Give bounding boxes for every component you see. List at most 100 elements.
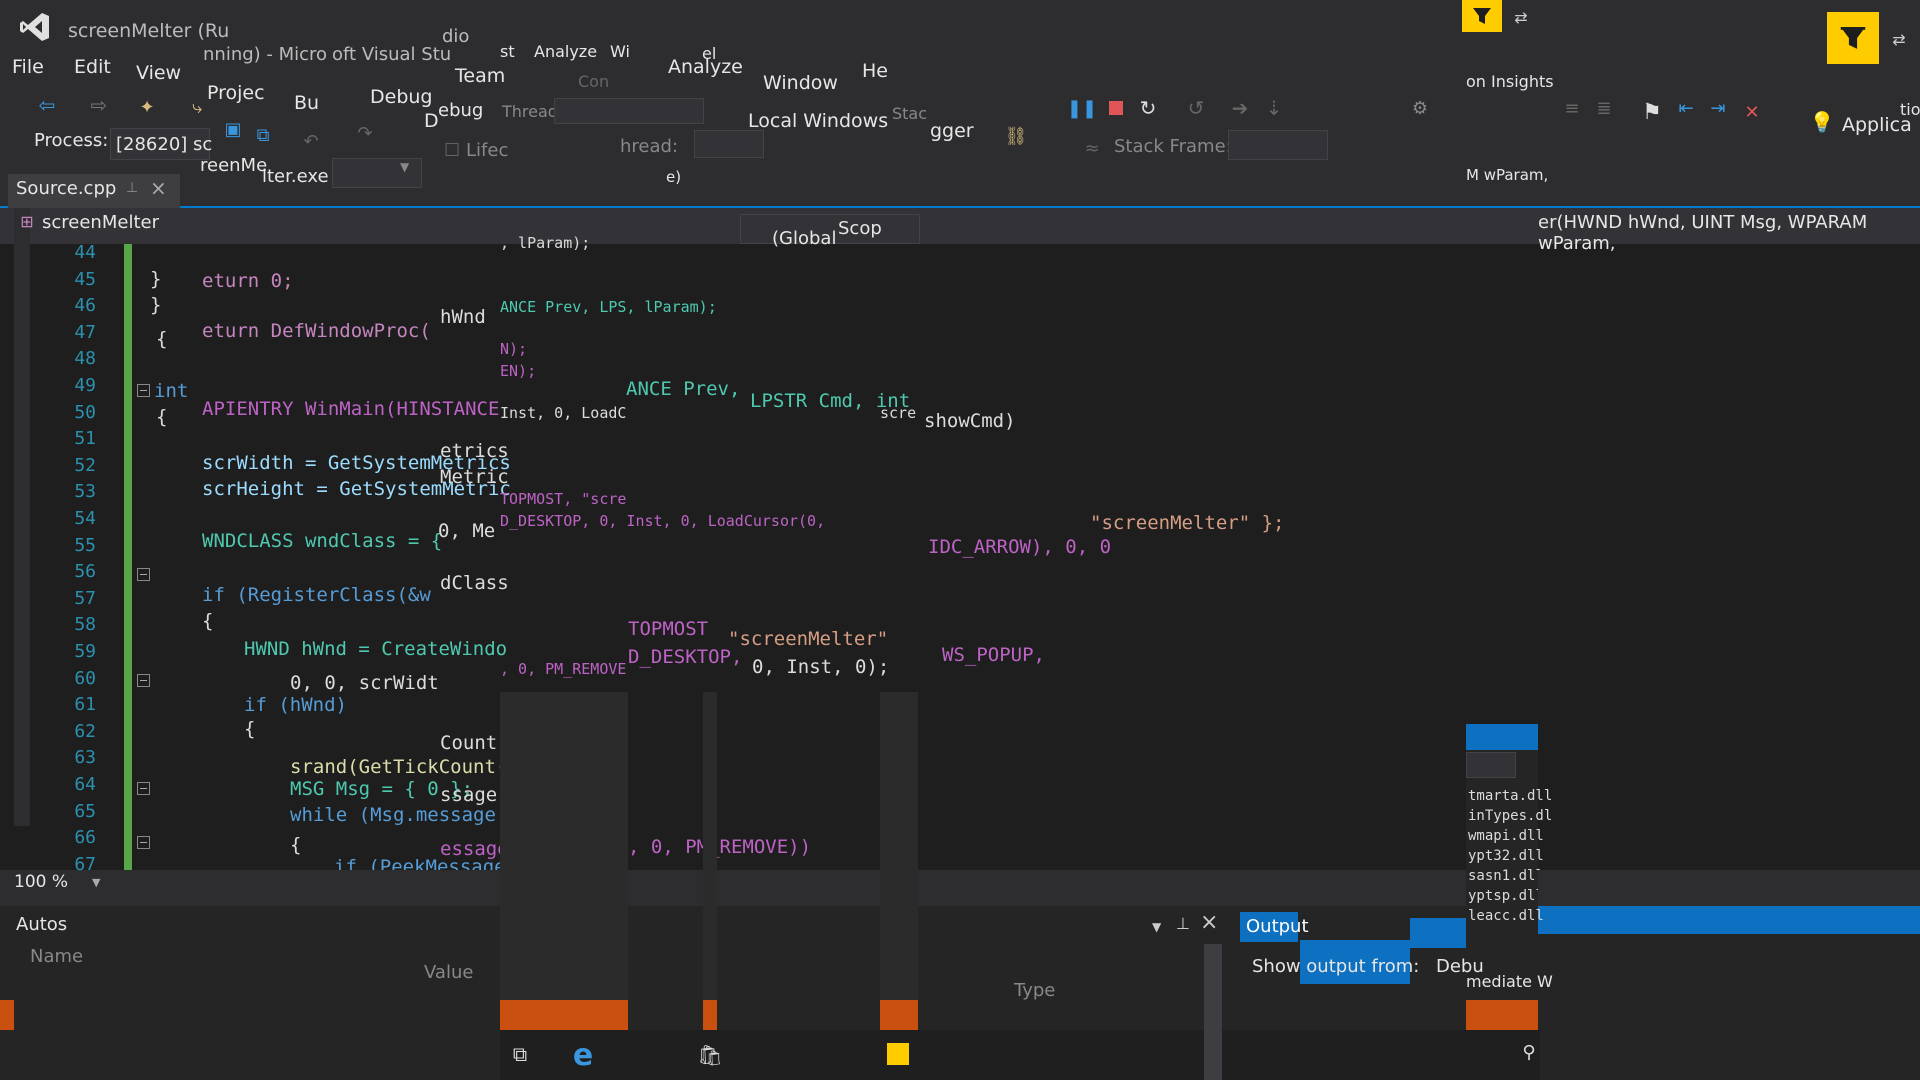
glitch-band	[150, 870, 500, 906]
open-file-icon[interactable]: ⤷	[186, 96, 208, 118]
code-fragment: etrics	[440, 440, 509, 462]
menu-project[interactable]: Projec	[207, 82, 265, 104]
chevron-down-icon[interactable]: ▼	[1152, 920, 1161, 934]
code-fragment: TOPMOST, "scre	[500, 490, 627, 508]
debug-config-fragment[interactable]: ebug	[438, 100, 483, 121]
local-windows-button[interactable]: Local Windows	[748, 110, 888, 132]
clear-bookmarks-icon[interactable]: ✕	[1740, 100, 1764, 124]
immediate-window-tab[interactable]: mediate W	[1466, 972, 1553, 991]
stop-icon[interactable]	[1104, 96, 1128, 120]
collapse-icon[interactable]	[137, 782, 150, 795]
restart-icon[interactable]: ↻	[1136, 96, 1160, 120]
menu-team[interactable]: Team	[455, 65, 505, 87]
function-signature-dropdown[interactable]: er(HWND hWnd, UINT Msg, WPARAM wParam,	[1538, 212, 1920, 254]
bookmark-icon[interactable]: ⚑	[1640, 98, 1664, 126]
close-icon[interactable]: ×	[1200, 910, 1218, 935]
step-over-icon[interactable]: ➔	[1228, 96, 1252, 120]
line-number: 46	[74, 295, 96, 317]
next-bookmark-icon[interactable]: ⇥	[1706, 96, 1730, 120]
refresh-icon[interactable]: ↺	[1184, 96, 1208, 120]
menu-build[interactable]: Bu	[294, 92, 319, 114]
close-icon[interactable]: ×	[150, 176, 167, 200]
collapse-icon[interactable]	[137, 674, 150, 687]
code-fragment: N);	[500, 340, 528, 358]
collapse-icon[interactable]	[137, 384, 150, 397]
output-source-dropdown[interactable]	[1466, 752, 1516, 778]
chevron-down-icon[interactable]: ▼	[92, 876, 100, 889]
previous-bookmark-icon[interactable]: ⇤	[1674, 96, 1698, 120]
process-name-fragment: reenMe	[200, 155, 268, 176]
save-icon[interactable]: ▣	[222, 118, 244, 140]
autos-column-type[interactable]: Type	[1014, 980, 1055, 1001]
stack-frame-label: Stack Frame:	[1114, 136, 1232, 157]
glitch-strip	[500, 692, 628, 1000]
redo-icon[interactable]: ↷	[354, 122, 376, 144]
line-number: 50	[74, 401, 96, 423]
glitch-strip	[1538, 904, 1920, 934]
menu-edit[interactable]: Edit	[74, 56, 111, 78]
undo-icon[interactable]: ↶	[300, 130, 322, 152]
glitch-strip	[880, 692, 918, 1000]
thread-dropdown[interactable]	[694, 130, 764, 158]
zoom-level[interactable]: 100 %	[14, 872, 68, 892]
application-insights-label[interactable]: on Insights	[1466, 72, 1554, 91]
store-icon[interactable]: 🛍	[697, 1040, 722, 1070]
continue-button[interactable]: Con	[578, 72, 609, 91]
collapse-icon[interactable]	[137, 836, 150, 849]
menu-window[interactable]: Window	[763, 72, 838, 94]
stack-frame-fragment: Stac	[892, 104, 928, 123]
brace: {	[156, 406, 168, 428]
show-output-from-label: Show output from:	[1252, 956, 1420, 977]
lifecycle-events-label[interactable]: Lifec	[466, 140, 508, 161]
share-icon[interactable]: ⇄	[1888, 28, 1910, 50]
menu-window[interactable]: Wi	[610, 42, 630, 61]
code-wndclass: WNDCLASS wndClass = {	[202, 530, 443, 552]
task-view-icon[interactable]: ⧉	[506, 1040, 534, 1068]
edge-browser-icon[interactable]: e	[566, 1038, 600, 1073]
thread-dropdown[interactable]	[554, 98, 704, 124]
threads-icon[interactable]: ≈	[1080, 136, 1104, 160]
line-number: 51	[74, 428, 96, 450]
outdent-icon[interactable]: ≡	[1560, 96, 1584, 120]
people-icon[interactable]: ⚲	[1518, 1040, 1540, 1064]
save-all-icon[interactable]: ⧉	[252, 124, 274, 146]
project-scope-dropdown[interactable]: screenMelter	[42, 212, 159, 233]
global-scope-label: (Global	[772, 228, 837, 249]
pause-icon[interactable]: ❚❚	[1067, 96, 1097, 120]
menu-help[interactable]: He	[862, 60, 888, 82]
menu-analyze[interactable]: Analyze	[534, 42, 597, 61]
code-return-zero: eturn 0;	[202, 270, 294, 292]
code-fragment: dClass	[440, 572, 509, 594]
scrollbar[interactable]	[1204, 944, 1222, 1080]
menu-test[interactable]: st	[500, 42, 515, 61]
pin-icon[interactable]: ⊥	[1176, 914, 1190, 933]
global-scope-fragment: Scop	[838, 218, 882, 239]
new-project-icon[interactable]: ✦	[136, 96, 158, 118]
menu-file[interactable]: File	[12, 56, 44, 78]
menu-view[interactable]: View	[136, 62, 181, 84]
autos-column-name[interactable]: Name	[30, 946, 83, 967]
share-icon[interactable]: ⇄	[1510, 6, 1532, 28]
step-into-icon[interactable]: ⇣	[1262, 96, 1286, 120]
menu-debug[interactable]: Debug	[370, 86, 432, 108]
collapse-icon[interactable]	[137, 568, 150, 581]
output-title[interactable]: Output	[1246, 916, 1309, 937]
feedback-icon[interactable]	[1827, 12, 1879, 64]
feedback-icon[interactable]	[1462, 0, 1502, 32]
forward-icon[interactable]: ⇨	[88, 93, 110, 117]
pin-icon[interactable]: ⊥	[126, 180, 138, 196]
back-icon[interactable]: ⇦	[36, 93, 58, 117]
code-int-keyword: int	[154, 380, 189, 402]
hot-reload-icon[interactable]: ⚙	[1408, 96, 1432, 120]
stack-frame-dropdown[interactable]	[1228, 130, 1328, 160]
attach-process-icon[interactable]: ⛓	[1004, 124, 1028, 148]
autos-column-value[interactable]: Value	[424, 962, 473, 983]
function-signature-fragment: M wParam,	[1466, 166, 1549, 184]
sticky-notes-icon[interactable]	[884, 1040, 912, 1068]
code-fragment: IDC_ARROW), 0, 0	[928, 536, 1112, 558]
menu-fragment[interactable]: el	[702, 44, 716, 63]
debug-config-fragment[interactable]: D	[424, 110, 439, 132]
chevron-down-icon[interactable]: ▼	[400, 160, 409, 174]
indent-icon[interactable]: ≣	[1592, 96, 1616, 120]
lightbulb-icon[interactable]: 💡	[1810, 110, 1835, 134]
